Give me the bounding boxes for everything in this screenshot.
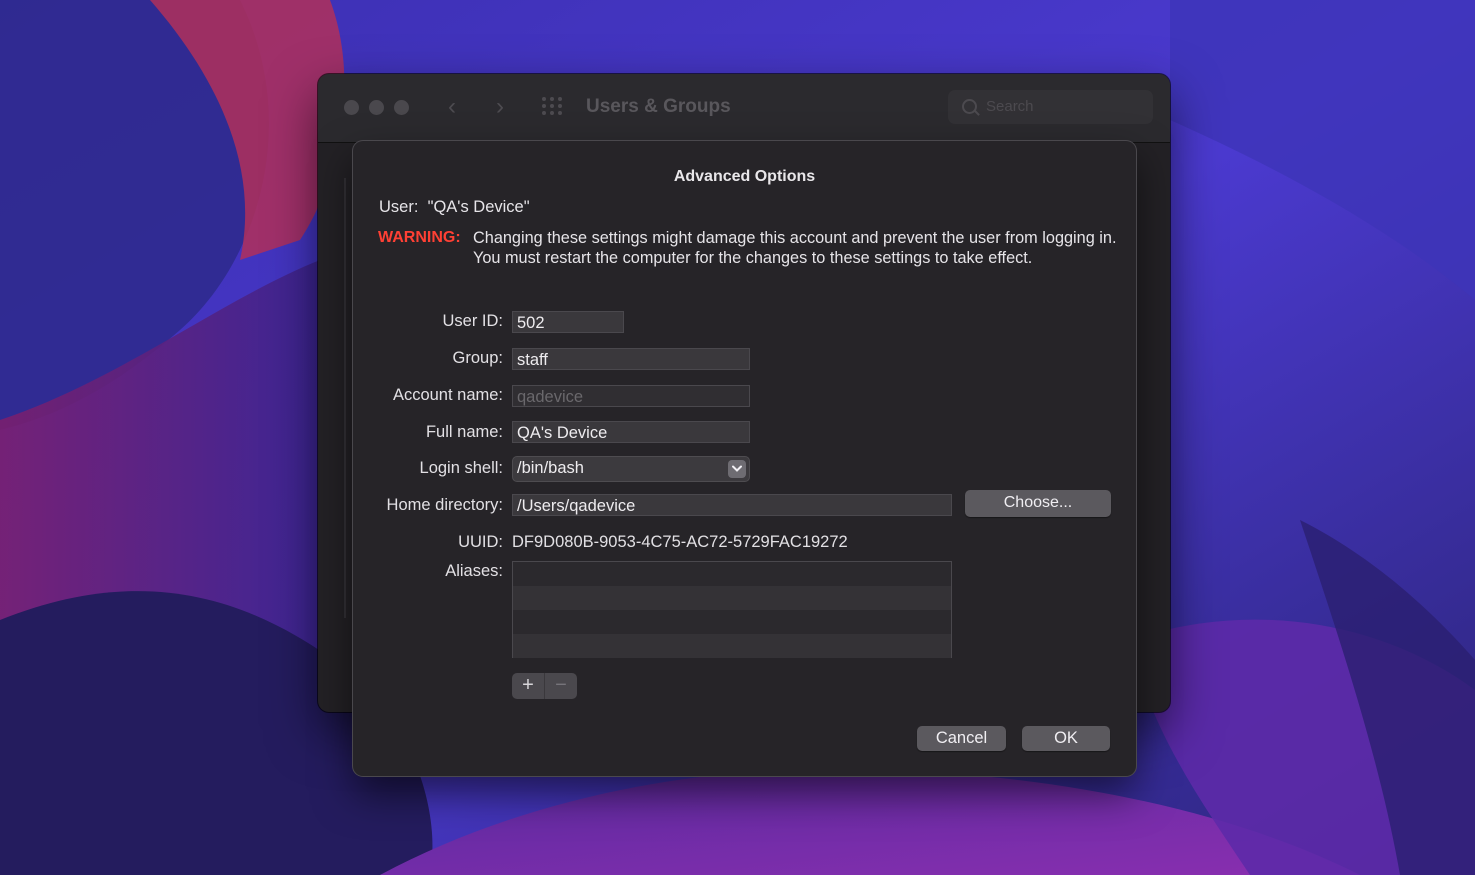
back-arrow-icon[interactable]: ‹ [448,94,456,120]
login-shell-select[interactable]: /bin/bash [512,456,750,482]
user-label: User: [379,198,419,216]
user-value: "QA's Device" [427,198,530,216]
close-window-button[interactable] [344,100,359,115]
login-shell-value: /bin/bash [517,459,584,477]
minimize-window-button[interactable] [369,100,384,115]
user-line: User: "QA's Device" [379,198,530,217]
user-id-field[interactable]: 502 [512,311,624,333]
remove-alias-button[interactable]: − [545,673,577,699]
full-name-label: Full name: [425,423,503,441]
show-all-grid-icon[interactable] [542,97,566,117]
group-label: Group: [452,349,503,367]
user-id-label: User ID: [442,312,503,330]
add-alias-button[interactable]: + [512,673,545,699]
full-name-field[interactable]: QA's Device [512,421,750,443]
window-title: Users & Groups [586,96,731,117]
list-item[interactable] [513,562,951,586]
home-directory-field[interactable]: /Users/qadevice [512,494,952,516]
aliases-label: Aliases: [445,562,503,580]
chevron-down-icon [728,460,746,478]
warning-label: WARNING: [378,229,461,246]
list-item[interactable] [513,634,951,658]
search-field[interactable]: Search [948,90,1153,124]
uuid-label: UUID: [458,533,503,551]
cancel-button[interactable]: Cancel [917,726,1006,751]
advanced-options-sheet: Advanced Options User: "QA's Device" WAR… [353,141,1136,776]
list-item[interactable] [513,586,951,610]
choose-button[interactable]: Choose... [965,490,1111,517]
window-toolbar: ‹ › Users & Groups Search [318,74,1170,143]
alias-add-remove-control: + − [512,673,577,699]
login-shell-label: Login shell: [419,459,503,477]
home-directory-label: Home directory: [386,496,503,514]
zoom-window-button[interactable] [394,100,409,115]
warning-text: Changing these settings might damage thi… [473,229,1117,267]
uuid-value: DF9D080B-9053-4C75-AC72-5729FAC19272 [512,533,848,551]
search-placeholder: Search [986,98,1034,115]
account-name-label: Account name: [392,386,503,404]
ok-button[interactable]: OK [1022,726,1110,751]
list-item[interactable] [513,610,951,634]
forward-arrow-icon[interactable]: › [496,94,504,120]
search-icon [962,99,977,114]
group-field[interactable]: staff [512,348,750,370]
sheet-title: Advanced Options [673,168,816,185]
aliases-list[interactable] [512,561,952,658]
account-name-field: qadevice [512,385,750,407]
